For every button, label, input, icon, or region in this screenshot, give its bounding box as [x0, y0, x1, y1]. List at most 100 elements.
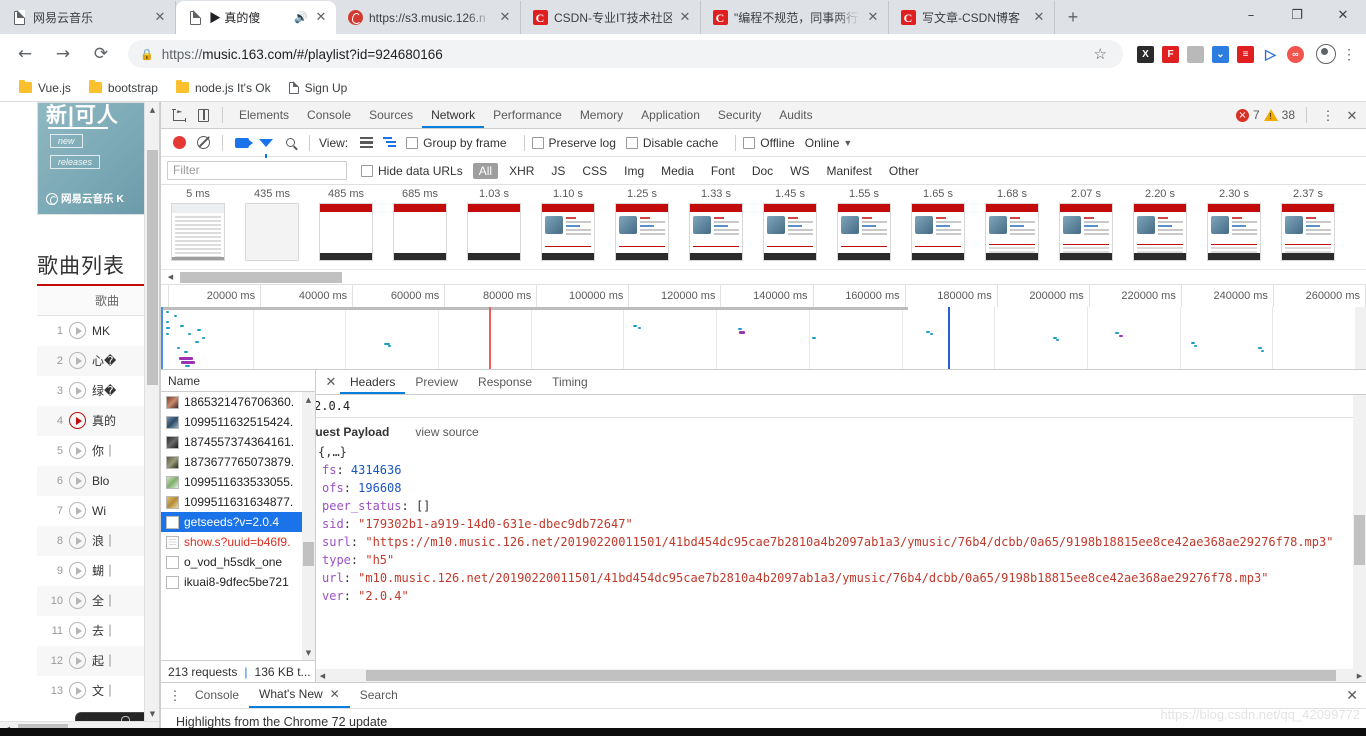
type-filter-ws[interactable]: WS — [784, 163, 815, 179]
scrollbar-thumb[interactable] — [303, 542, 314, 566]
waterfall-view-icon[interactable] — [378, 131, 402, 155]
scroll-left-icon[interactable]: ◀ — [316, 669, 329, 682]
filmstrip-frame[interactable]: 1.25 s — [605, 188, 679, 261]
browser-tab-1[interactable]: ▶ 真的傻 🔊 ✕ — [176, 1, 336, 34]
blue-chevron-extension-icon[interactable]: ⌄ — [1212, 45, 1229, 63]
browser-tab-0[interactable]: 网易云音乐 ✕ — [0, 1, 176, 34]
maximize-button[interactable]: ❐ — [1274, 0, 1320, 31]
type-filter-xhr[interactable]: XHR — [503, 163, 540, 179]
play-icon[interactable] — [69, 562, 86, 579]
type-filter-manifest[interactable]: Manifest — [821, 163, 878, 179]
minimize-button[interactable]: – — [1228, 0, 1274, 31]
audio-playing-icon[interactable]: 🔊 — [294, 11, 308, 24]
filmstrip-thumbnail[interactable] — [245, 203, 299, 261]
checkbox[interactable] — [361, 164, 373, 177]
tab-network[interactable]: Network — [422, 102, 485, 128]
pdf-extension-icon[interactable]: F — [1162, 45, 1179, 63]
scrollbar-thumb[interactable] — [366, 670, 1336, 681]
close-icon[interactable]: ✕ — [866, 10, 880, 25]
address-bar[interactable]: 🔒 https://music.163.com/#/playlist?id=92… — [128, 40, 1123, 68]
tab-audits[interactable]: Audits — [770, 102, 821, 128]
request-row[interactable]: ikuai8-9dfec5be721 — [161, 572, 315, 592]
song-row[interactable]: 13 文｜ — [37, 676, 147, 706]
search-icon[interactable] — [278, 131, 302, 155]
filmstrip-frame[interactable]: 5 ms — [161, 188, 235, 261]
throttling-select[interactable]: Online — [805, 136, 840, 150]
play-icon[interactable] — [69, 622, 86, 639]
close-icon[interactable]: ✕ — [498, 10, 512, 25]
preserve-log-checkbox[interactable]: Preserve log — [531, 136, 616, 150]
filmstrip-thumbnail[interactable] — [689, 203, 743, 261]
request-row[interactable]: 1873677765073879. — [161, 452, 315, 472]
page-vertical-scrollbar[interactable]: ▲ ▼ — [144, 102, 159, 721]
request-row[interactable]: 1865321476706360. — [161, 392, 315, 412]
browser-tab-3[interactable]: C CSDN-专业IT技术社区 ✕ — [521, 1, 701, 34]
song-row[interactable]: 10 全｜ — [37, 586, 147, 616]
forward-icon[interactable]: → — [49, 40, 77, 68]
reload-icon[interactable]: ⟳ — [87, 40, 115, 68]
bookmark-vuejs[interactable]: Vue.js — [10, 78, 80, 98]
device-toolbar-icon[interactable] — [191, 103, 215, 127]
type-filter-css[interactable]: CSS — [576, 163, 613, 179]
request-row[interactable]: 1099511633533055. — [161, 472, 315, 492]
type-filter-all[interactable]: All — [472, 162, 499, 179]
tab-application[interactable]: Application — [632, 102, 709, 128]
view-source-link[interactable]: view source — [415, 425, 478, 439]
drawer-tab-search[interactable]: Search — [350, 683, 408, 708]
type-filter-media[interactable]: Media — [655, 163, 700, 179]
chrome-menu-icon[interactable]: ⋮ — [1338, 47, 1360, 61]
scrollbar-thumb[interactable] — [1354, 515, 1365, 565]
song-row[interactable]: 5 你｜ — [37, 436, 147, 466]
filmstrip-frame[interactable]: 1.65 s — [901, 188, 975, 261]
play-icon[interactable] — [69, 652, 86, 669]
back-icon[interactable]: ← — [11, 40, 39, 68]
filmstrip-thumbnail[interactable] — [615, 203, 669, 261]
play-icon[interactable] — [69, 412, 86, 429]
song-row[interactable]: 1 MK — [37, 316, 147, 346]
scroll-down-icon[interactable]: ▼ — [302, 645, 315, 660]
details-body[interactable]: 2.0.4 quest Payload view source {,…} fs:… — [316, 395, 1366, 682]
request-list-scrollbar[interactable]: ▲ ▼ — [302, 392, 315, 660]
scroll-up-icon[interactable]: ▲ — [145, 102, 159, 117]
details-tab-timing[interactable]: Timing — [542, 370, 598, 394]
type-filter-font[interactable]: Font — [705, 163, 741, 179]
request-row[interactable]: o_vod_h5sdk_one — [161, 552, 315, 572]
details-vertical-scrollbar[interactable] — [1353, 395, 1366, 669]
song-row[interactable]: 11 去｜ — [37, 616, 147, 646]
filmstrip-frame[interactable]: 1.03 s — [457, 188, 531, 261]
close-icon[interactable]: ✕ — [153, 10, 167, 25]
tab-console[interactable]: Console — [298, 102, 360, 128]
capture-screenshots-icon[interactable] — [230, 131, 254, 155]
type-filter-other[interactable]: Other — [883, 163, 925, 179]
details-tab-response[interactable]: Response — [468, 370, 542, 394]
scrollbar-thumb[interactable] — [180, 271, 342, 283]
drawer-tab-what-s-new[interactable]: What's New ✕ — [249, 683, 350, 708]
play-icon[interactable] — [69, 382, 86, 399]
song-row[interactable]: 6 Blo — [37, 466, 147, 496]
filmstrip-frame[interactable]: 2.37 s — [1271, 188, 1345, 261]
play-icon[interactable] — [69, 352, 86, 369]
filmstrip-frame[interactable]: 2.07 s — [1049, 188, 1123, 261]
checkbox[interactable] — [531, 136, 544, 149]
filmstrip-thumbnail[interactable] — [541, 203, 595, 261]
request-row[interactable]: 1099511631634877. — [161, 492, 315, 512]
promo-banner[interactable]: 新|可人 new releases 网易云音乐 K — [37, 102, 147, 215]
filmstrip-thumbnail[interactable] — [171, 203, 225, 261]
details-tab-preview[interactable]: Preview — [405, 370, 468, 394]
offline-checkbox[interactable]: Offline — [743, 136, 795, 150]
filmstrip-frame[interactable]: 2.30 s — [1197, 188, 1271, 261]
song-row[interactable]: 2 心� — [37, 346, 147, 376]
filmstrip-frame[interactable]: 685 ms — [383, 188, 457, 261]
x-extension-icon[interactable]: X — [1137, 45, 1154, 63]
request-row[interactable]: getseeds?v=2.0.4 — [161, 512, 315, 532]
filmstrip-thumbnail[interactable] — [763, 203, 817, 261]
song-row[interactable]: 4 真的 — [37, 406, 147, 436]
inspect-element-icon[interactable] — [167, 103, 191, 127]
devtools-more-icon[interactable]: ⋮ — [1318, 109, 1338, 122]
play-icon[interactable] — [69, 592, 86, 609]
hide-data-urls-checkbox[interactable]: Hide data URLs — [361, 164, 463, 178]
type-filter-img[interactable]: Img — [618, 163, 650, 179]
record-button[interactable] — [167, 131, 191, 155]
drawer-close-icon[interactable]: ✕ — [1346, 687, 1366, 704]
filmstrip-frame[interactable]: 1.10 s — [531, 188, 605, 261]
